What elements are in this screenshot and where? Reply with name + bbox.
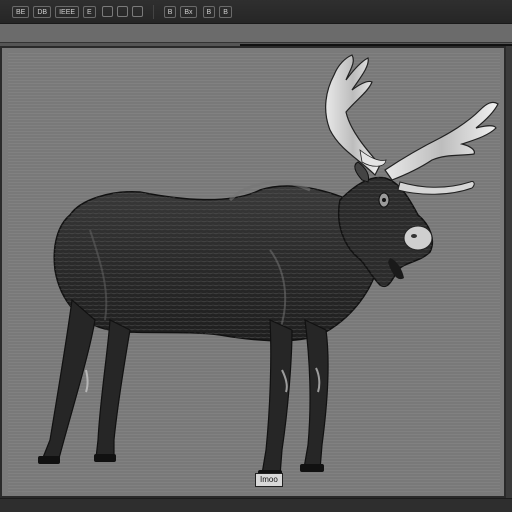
- moose-illustration: [38, 54, 499, 478]
- app-window: BE DB IEEE E B Bx B B Imoo: [0, 0, 512, 512]
- moose-body: [53, 181, 383, 342]
- moose-antlers: [325, 54, 499, 195]
- document-name-label: Imoo: [255, 473, 283, 487]
- status-bar: [0, 498, 512, 512]
